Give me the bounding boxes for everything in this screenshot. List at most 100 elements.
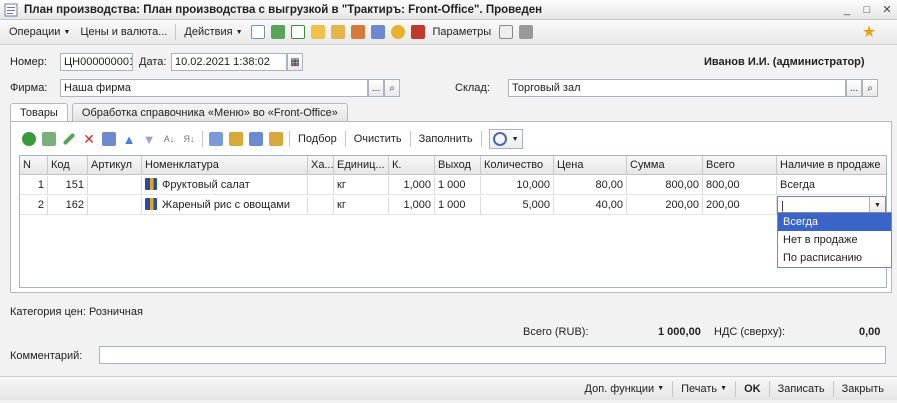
col-quantity[interactable]: Количество	[481, 156, 554, 175]
comment-field[interactable]	[99, 346, 886, 364]
col-characteristic[interactable]: Ха...	[308, 156, 334, 175]
end-edit-icon[interactable]	[99, 129, 119, 149]
help-icon[interactable]	[388, 22, 408, 42]
firm-select-button[interactable]: ...	[368, 79, 384, 97]
number-field[interactable]: ЦН000000001	[60, 53, 133, 71]
move-down-icon[interactable]: ▼	[139, 129, 159, 149]
col-unit[interactable]: Единиц...	[334, 156, 389, 175]
col-k[interactable]: К.	[389, 156, 435, 175]
col-price[interactable]: Цена	[554, 156, 627, 175]
delete-icon[interactable]: ✕	[79, 129, 99, 149]
warehouse-select-button[interactable]: ...	[846, 79, 862, 97]
separator	[344, 131, 346, 147]
fill-button[interactable]: Заполнить	[414, 133, 478, 145]
report-icon[interactable]	[408, 22, 428, 42]
number-label: Номер:	[10, 56, 47, 68]
sort-desc-icon[interactable]: Я↓	[179, 129, 199, 149]
separator	[480, 131, 482, 147]
col-availability[interactable]: Наличие в продаже	[777, 156, 886, 175]
cell-article	[88, 196, 142, 215]
chevron-down-icon: ▼	[657, 385, 665, 392]
window-title: План производства: План производства с в…	[24, 3, 543, 16]
col-n[interactable]: N	[20, 156, 48, 175]
ok-button[interactable]: OK	[739, 383, 766, 395]
col-sum[interactable]: Сумма	[627, 156, 703, 175]
item-name: Жареный рис с овощами	[162, 199, 291, 211]
calendar-icon[interactable]: ▦	[287, 53, 303, 71]
table-row[interactable]: 1 151 Фруктовый салат кг 1,000 1 000 10,…	[20, 176, 886, 195]
cell-price: 40,00	[554, 196, 627, 215]
edit-row-icon[interactable]	[59, 129, 79, 149]
cell-nomenclature: Фруктовый салат	[142, 176, 308, 195]
price-category: Категория цен: Розничная	[10, 306, 143, 318]
cell-unit: кг	[334, 196, 389, 215]
save-button[interactable]: Записать	[773, 383, 830, 395]
cell-code: 162	[48, 196, 88, 215]
title-bar: План производства: План производства с в…	[0, 0, 897, 20]
clipboard-icon[interactable]	[266, 129, 286, 149]
print-menu[interactable]: Печать ▼	[676, 383, 732, 395]
close-button[interactable]: Закрыть	[837, 383, 889, 395]
based-on-icon[interactable]	[368, 22, 388, 42]
chevron-down-icon: ▼	[63, 28, 71, 36]
prices-menu[interactable]: Цены и валюта...	[75, 22, 172, 42]
minimize-button[interactable]: _	[837, 2, 857, 18]
cell-n: 1	[20, 176, 48, 195]
operations-menu[interactable]: Операции ▼	[4, 22, 75, 42]
cell-code: 151	[48, 176, 88, 195]
cell-k: 1,000	[389, 196, 435, 215]
add-icon[interactable]	[19, 129, 39, 149]
firm-field[interactable]: Наша фирма	[60, 79, 368, 97]
hierarchy-icon[interactable]	[348, 22, 368, 42]
separator	[672, 380, 674, 397]
copy-row-icon[interactable]	[39, 129, 59, 149]
clear-button[interactable]: Очистить	[349, 133, 407, 145]
search-icon[interactable]: ⌕	[384, 79, 400, 97]
move-up-icon[interactable]: ▲	[119, 129, 139, 149]
col-total[interactable]: Всего	[703, 156, 777, 175]
actions-menu[interactable]: Действия ▼	[179, 22, 247, 42]
cell-sum: 800,00	[627, 176, 703, 195]
cell-characteristic	[308, 196, 334, 215]
select-all-icon[interactable]	[246, 129, 266, 149]
col-code[interactable]: Код	[48, 156, 88, 175]
total-value: 1 000,00	[658, 326, 701, 338]
clock-dropdown[interactable]: ▼	[488, 129, 523, 149]
comment-label: Комментарий:	[10, 350, 83, 362]
operations-label: Операции	[9, 26, 61, 38]
tab-menu-processing[interactable]: Обработка справочника «Меню» во «Front-O…	[71, 103, 348, 121]
col-nomenclature[interactable]: Номенклатура	[142, 156, 308, 175]
maximize-button[interactable]: □	[857, 2, 877, 18]
extra-functions-menu[interactable]: Доп. функции ▼	[580, 383, 670, 395]
cell-total: 200,00	[703, 196, 777, 215]
search-icon[interactable]: ⌕	[862, 79, 878, 97]
table-row[interactable]: 2 162 Жареный рис с овощами кг 1,000 1 0…	[20, 196, 886, 215]
dropdown-option[interactable]: По расписанию	[778, 249, 891, 267]
col-output[interactable]: Выход	[435, 156, 481, 175]
sort-asc-icon[interactable]: A↓	[159, 129, 179, 149]
col-article[interactable]: Артикул	[88, 156, 142, 175]
date-field[interactable]: 10.02.2021 1:38:02	[171, 53, 287, 71]
separator	[409, 131, 411, 147]
edit-icon[interactable]	[248, 22, 268, 42]
cell-output: 1 000	[435, 176, 481, 195]
clock-icon	[492, 132, 507, 146]
select-button[interactable]: Подбор	[293, 133, 342, 145]
copy-icon[interactable]	[206, 129, 226, 149]
paste-icon[interactable]	[226, 129, 246, 149]
new-doc-icon[interactable]	[288, 22, 308, 42]
warehouse-field[interactable]: Торговый зал	[508, 79, 846, 97]
dropdown-option[interactable]: Нет в продаже	[778, 231, 891, 249]
close-window-button[interactable]: ✕	[877, 2, 897, 18]
print-preview-icon[interactable]	[516, 22, 536, 42]
refresh-icon[interactable]	[268, 22, 288, 42]
dropdown-option[interactable]: Всегда	[778, 213, 891, 231]
tab-goods[interactable]: Товары	[10, 103, 68, 122]
star-icon[interactable]: ★	[859, 22, 879, 42]
separator	[202, 131, 203, 147]
unpost-doc-icon[interactable]	[328, 22, 348, 42]
params-button[interactable]: Параметры	[428, 22, 497, 42]
cell-price: 80,00	[554, 176, 627, 195]
copy-icon[interactable]	[496, 22, 516, 42]
post-doc-icon[interactable]	[308, 22, 328, 42]
